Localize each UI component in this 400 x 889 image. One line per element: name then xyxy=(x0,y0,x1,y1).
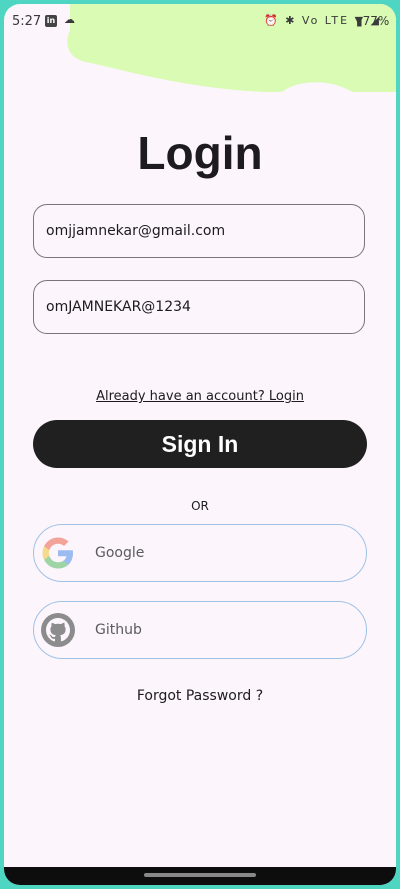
forgot-password-link[interactable]: Forgot Password ? xyxy=(4,688,396,704)
google-logo-icon xyxy=(42,537,73,569)
app-screen: 5:27 in ☁ ⏰ ✱ Vo LTE ▼ ◢ ▮77% Login omjj… xyxy=(4,4,396,885)
status-time: 5:27 xyxy=(12,14,42,29)
github-logo-icon xyxy=(41,613,75,647)
already-have-account-link[interactable]: Already have an account? Login xyxy=(4,389,396,404)
sign-in-button[interactable]: Sign In xyxy=(33,420,367,468)
navigation-bar xyxy=(4,867,396,885)
google-sign-in-button[interactable]: Google xyxy=(33,524,367,582)
google-label: Google xyxy=(95,545,145,561)
battery-indicator: ▮77% xyxy=(356,14,390,28)
cloud-icon: ☁ xyxy=(64,13,75,26)
status-bar: 5:27 in ☁ ⏰ ✱ Vo LTE ▼ ◢ ▮77% xyxy=(4,4,396,38)
github-sign-in-button[interactable]: Github xyxy=(33,601,367,659)
home-handle[interactable] xyxy=(144,873,256,877)
page-title: Login xyxy=(137,127,263,179)
linkedin-icon: in xyxy=(45,15,57,27)
github-label: Github xyxy=(95,622,142,638)
email-field[interactable]: omjjamnekar@gmail.com xyxy=(33,204,365,258)
password-field[interactable]: omJAMNEKAR@1234 xyxy=(33,280,365,334)
or-divider: OR xyxy=(191,499,209,513)
